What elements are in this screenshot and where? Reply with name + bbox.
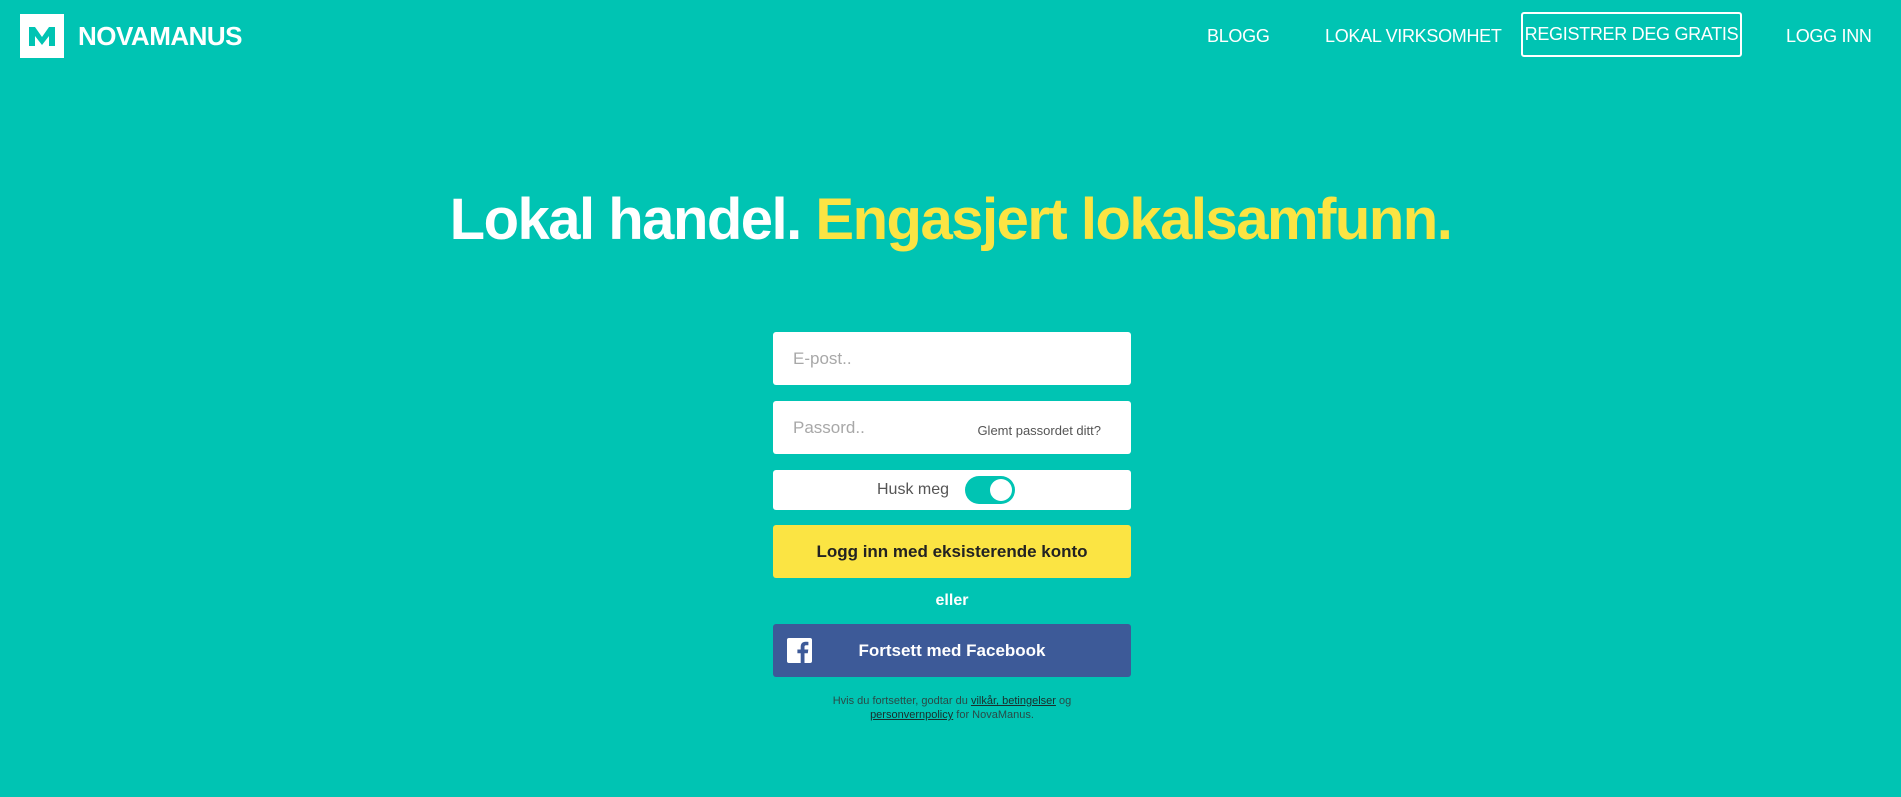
brand-name: NOVAMANUS (78, 20, 243, 51)
email-field-container (773, 332, 1131, 385)
or-divider: eller (935, 592, 969, 609)
headline: Lokal handel. Engasjert lokalsamfunn. (0, 186, 1901, 253)
terms-prefix: Hvis du fortsetter, godtar du (832, 695, 968, 707)
privacy-link[interactable]: personvernpolicy (870, 709, 953, 721)
facebook-login-button[interactable]: Fortsett med Facebook (773, 624, 1131, 677)
password-field-container: Glemt passordet ditt? (773, 401, 1131, 454)
remember-me-row: Husk meg (773, 470, 1131, 510)
register-label: REGISTRER DEG GRATIS (1524, 24, 1739, 44)
nav-blogg[interactable]: BLOGG (1207, 26, 1270, 47)
facebook-icon (787, 638, 812, 663)
logo-link[interactable]: NOVAMANUS (20, 14, 243, 58)
m-letter-icon (29, 27, 55, 46)
page: NOVAMANUS BLOGG LOKAL VIRKSOMHET REGISTR… (0, 0, 1901, 797)
header: NOVAMANUS BLOGG LOKAL VIRKSOMHET REGISTR… (0, 0, 1901, 72)
toggle-knob (990, 479, 1012, 501)
terms-text: Hvis du fortsetter, godtar du vilkår, be… (773, 694, 1131, 722)
nav-local-business[interactable]: LOKAL VIRKSOMHET (1325, 26, 1502, 47)
logo-icon (20, 14, 64, 58)
login-button[interactable]: Logg inn med eksisterende konto (773, 525, 1131, 578)
facebook-button-label: Fortsett med Facebook (858, 640, 1046, 660)
nav-login[interactable]: LOGG INN (1786, 26, 1872, 47)
headline-part2: Engasjert lokalsamfunn. (815, 187, 1452, 252)
forgot-password-link[interactable]: Glemt passordet ditt? (977, 423, 1101, 438)
email-input[interactable] (773, 332, 1131, 385)
terms-suffix: for NovaManus. (956, 709, 1034, 721)
remember-me-toggle[interactable] (965, 476, 1015, 504)
terms-link[interactable]: vilkår, betingelser (971, 695, 1056, 707)
remember-me-label: Husk meg (877, 481, 950, 498)
terms-and: og (1059, 695, 1072, 707)
headline-part1: Lokal handel. (449, 187, 803, 252)
register-button[interactable]: REGISTRER DEG GRATIS (1521, 12, 1742, 57)
